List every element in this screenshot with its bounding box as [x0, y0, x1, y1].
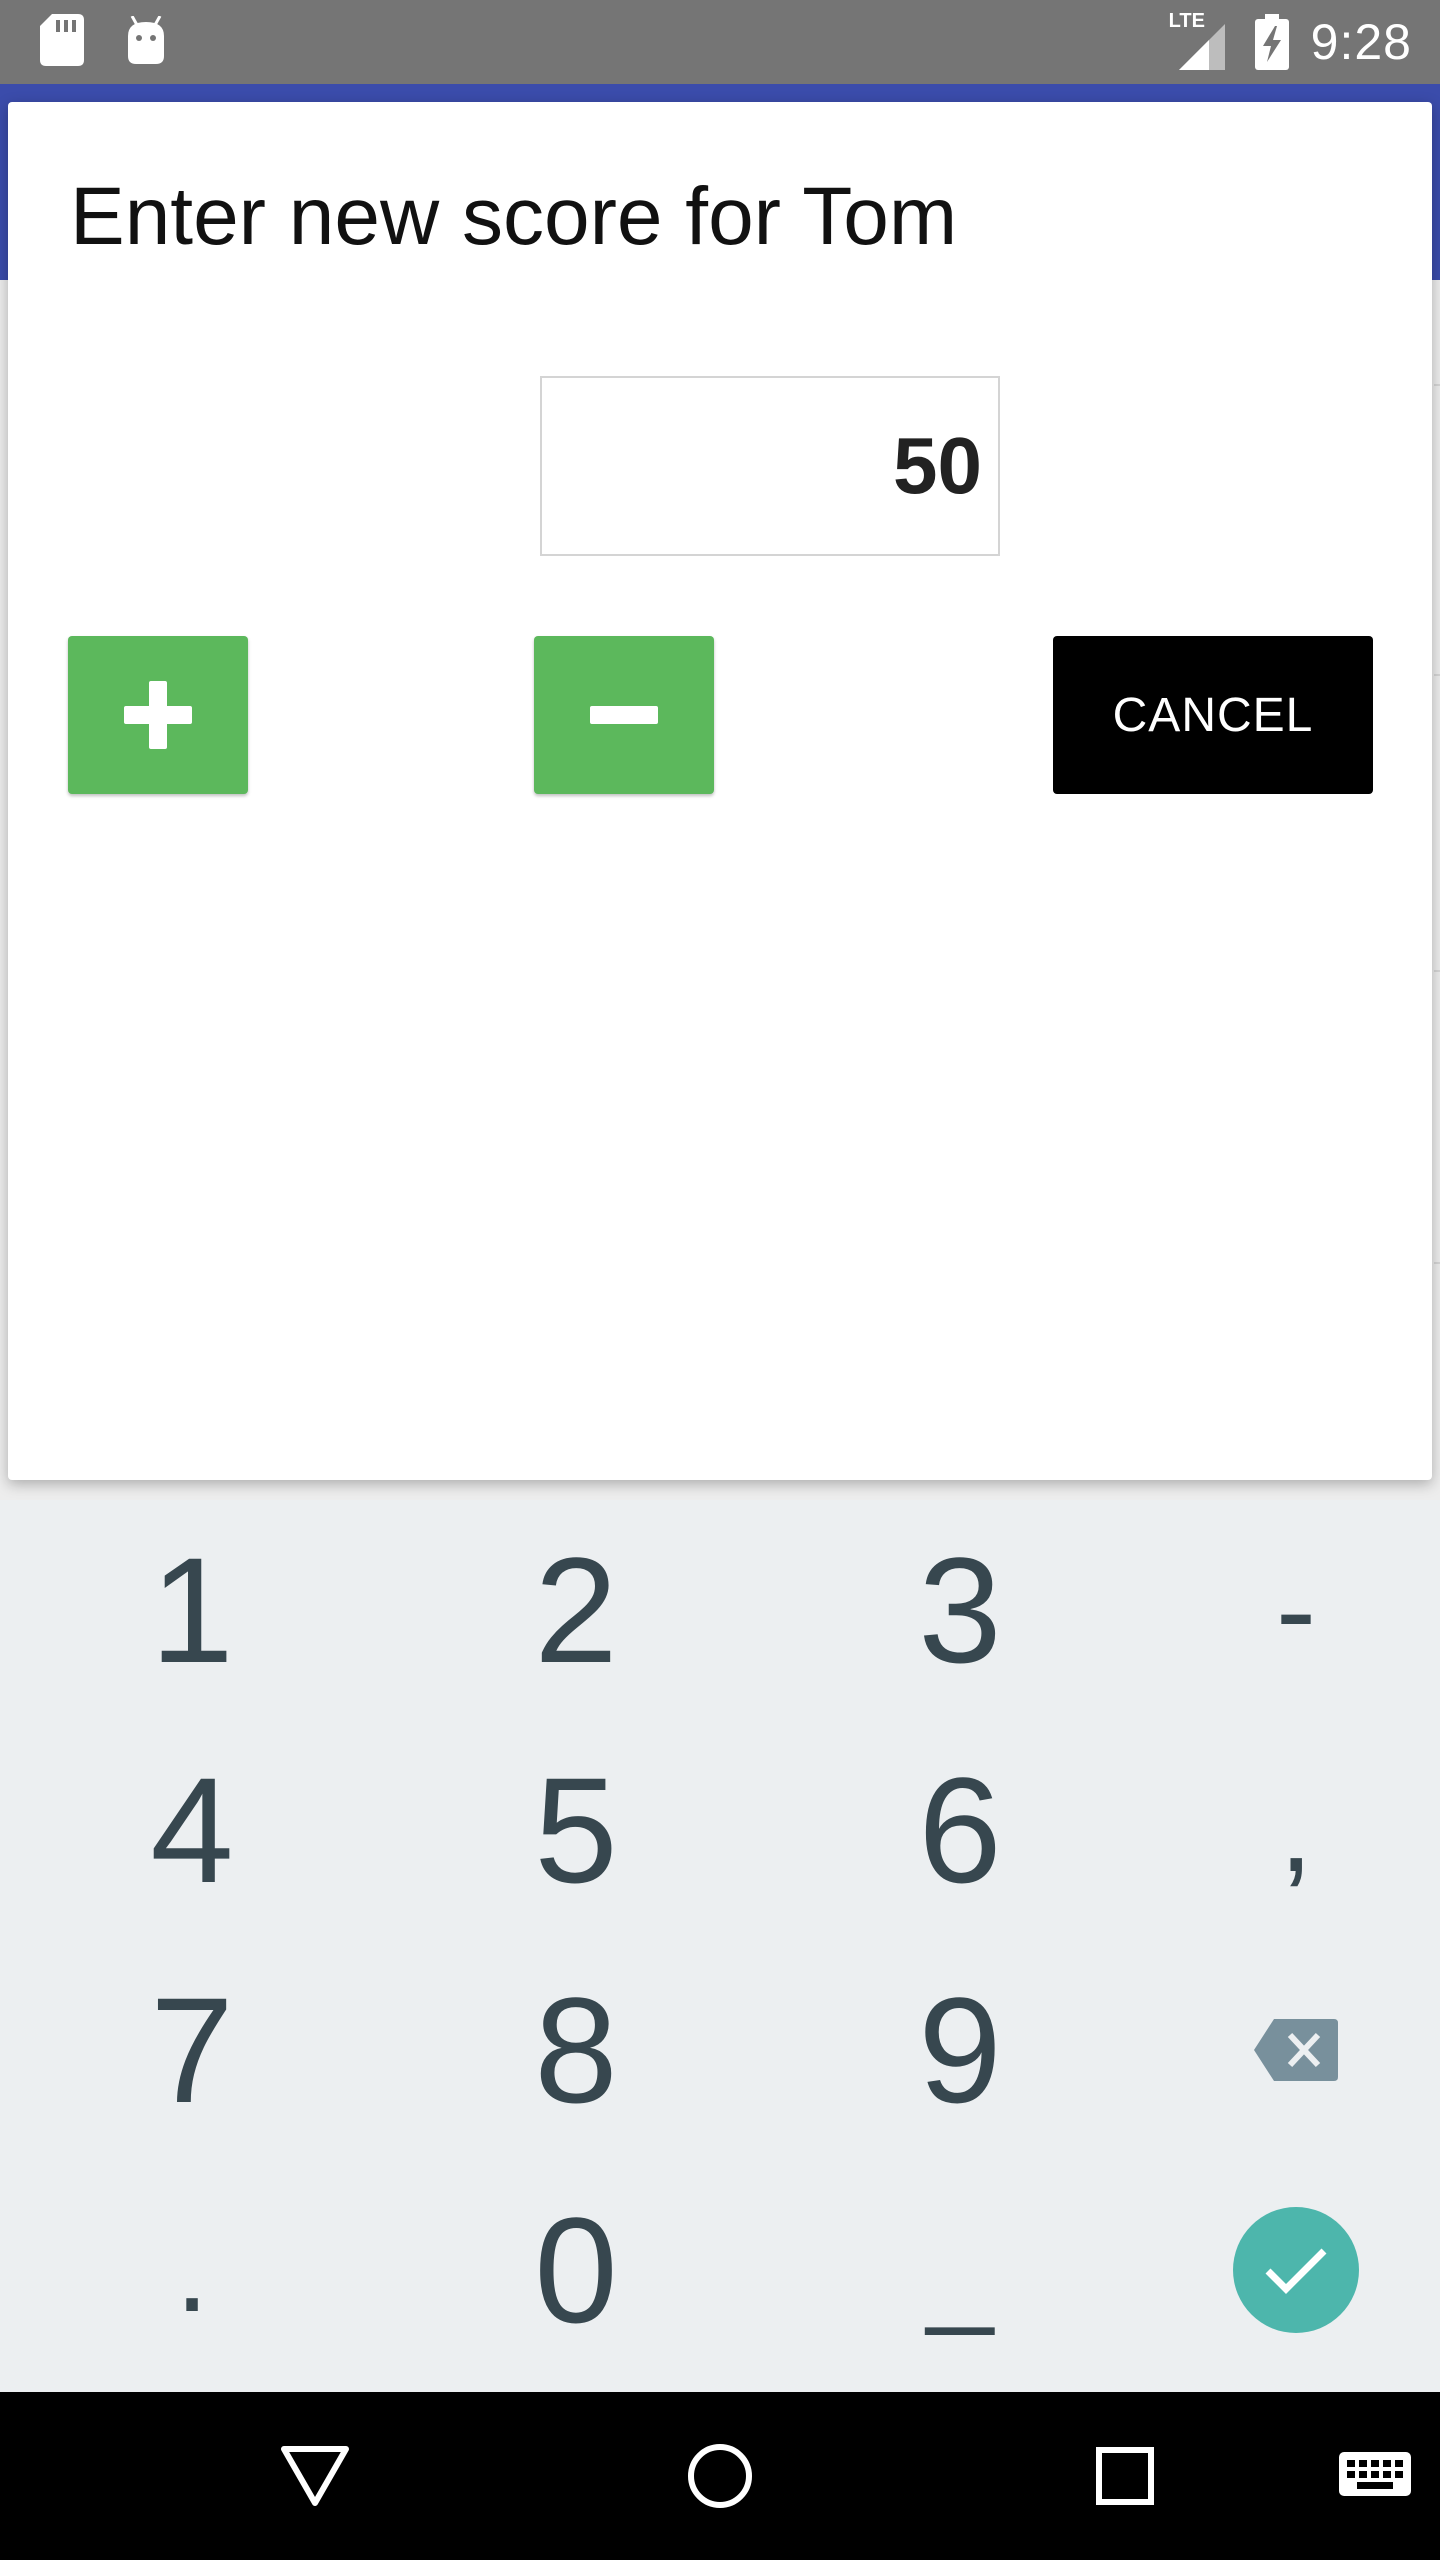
enter-key[interactable]	[1116, 2160, 1440, 2380]
key-label: 1	[150, 1525, 234, 1694]
key-label: .	[175, 2203, 209, 2337]
keyboard-switch-button[interactable]	[1320, 2392, 1430, 2560]
key-label: ,	[1279, 1763, 1313, 1897]
score-dialog: Enter new score for Tom 50 CANCEL	[8, 102, 1432, 1480]
status-bar: LTE 9:28	[0, 0, 1440, 84]
key-label: 4	[150, 1745, 234, 1914]
navigation-bar	[0, 2392, 1440, 2560]
list-divider	[1434, 970, 1440, 972]
battery-charging-icon	[1254, 14, 1289, 70]
list-divider	[1434, 1262, 1440, 1264]
android-debug-icon	[128, 16, 164, 64]
key-9[interactable]: 9	[780, 1940, 1140, 2160]
key-dash[interactable]: -	[1116, 1500, 1440, 1720]
cancel-button-label: CANCEL	[1112, 688, 1314, 742]
enter-button-circle	[1233, 2207, 1359, 2333]
keyboard-switch-icon	[1339, 2452, 1411, 2496]
checkmark-icon	[1265, 2248, 1327, 2294]
key-label: 8	[534, 1965, 618, 2134]
key-label: 9	[918, 1965, 1002, 2134]
key-label: 2	[534, 1525, 618, 1694]
key-label: -	[1276, 1543, 1316, 1677]
key-0[interactable]: 0	[396, 2160, 756, 2380]
key-7[interactable]: 7	[12, 1940, 372, 2160]
lte-signal-icon: LTE	[1169, 10, 1233, 70]
key-label: 5	[534, 1745, 618, 1914]
key-3[interactable]: 3	[780, 1500, 1140, 1720]
cancel-button[interactable]: CANCEL	[1053, 636, 1373, 794]
list-divider	[1434, 384, 1440, 386]
home-button[interactable]	[655, 2392, 785, 2560]
plus-icon	[124, 681, 192, 749]
increment-button[interactable]	[68, 636, 248, 794]
numeric-keyboard: 1 2 3 - 4 5 6 , 7 8 9 . 0 _	[0, 1500, 1440, 2392]
key-4[interactable]: 4	[12, 1720, 372, 1940]
key-label: 0	[534, 2185, 618, 2354]
key-label: 6	[918, 1745, 1002, 1914]
key-label: 7	[150, 1965, 234, 2134]
home-icon	[688, 2444, 752, 2508]
sd-card-icon	[40, 14, 84, 66]
backspace-key[interactable]	[1116, 1940, 1440, 2160]
back-icon	[281, 2446, 349, 2506]
key-space[interactable]: _	[780, 2160, 1140, 2380]
key-comma[interactable]: ,	[1116, 1720, 1440, 1940]
key-label: 3	[918, 1525, 1002, 1694]
recents-button[interactable]	[1060, 2392, 1190, 2560]
recents-icon	[1096, 2447, 1154, 2505]
key-1[interactable]: 1	[12, 1500, 372, 1720]
key-period[interactable]: .	[12, 2160, 372, 2380]
back-button[interactable]	[250, 2392, 380, 2560]
key-5[interactable]: 5	[396, 1720, 756, 1940]
clock: 9:28	[1310, 14, 1412, 70]
key-8[interactable]: 8	[396, 1940, 756, 2160]
key-label: _	[926, 2203, 994, 2337]
key-2[interactable]: 2	[396, 1500, 756, 1720]
dialog-title: Enter new score for Tom	[70, 171, 958, 262]
list-divider	[1434, 674, 1440, 676]
score-input[interactable]: 50	[540, 376, 1000, 556]
minus-icon	[590, 706, 658, 724]
decrement-button[interactable]	[534, 636, 714, 794]
backspace-icon	[1254, 2019, 1338, 2081]
key-6[interactable]: 6	[780, 1720, 1140, 1940]
